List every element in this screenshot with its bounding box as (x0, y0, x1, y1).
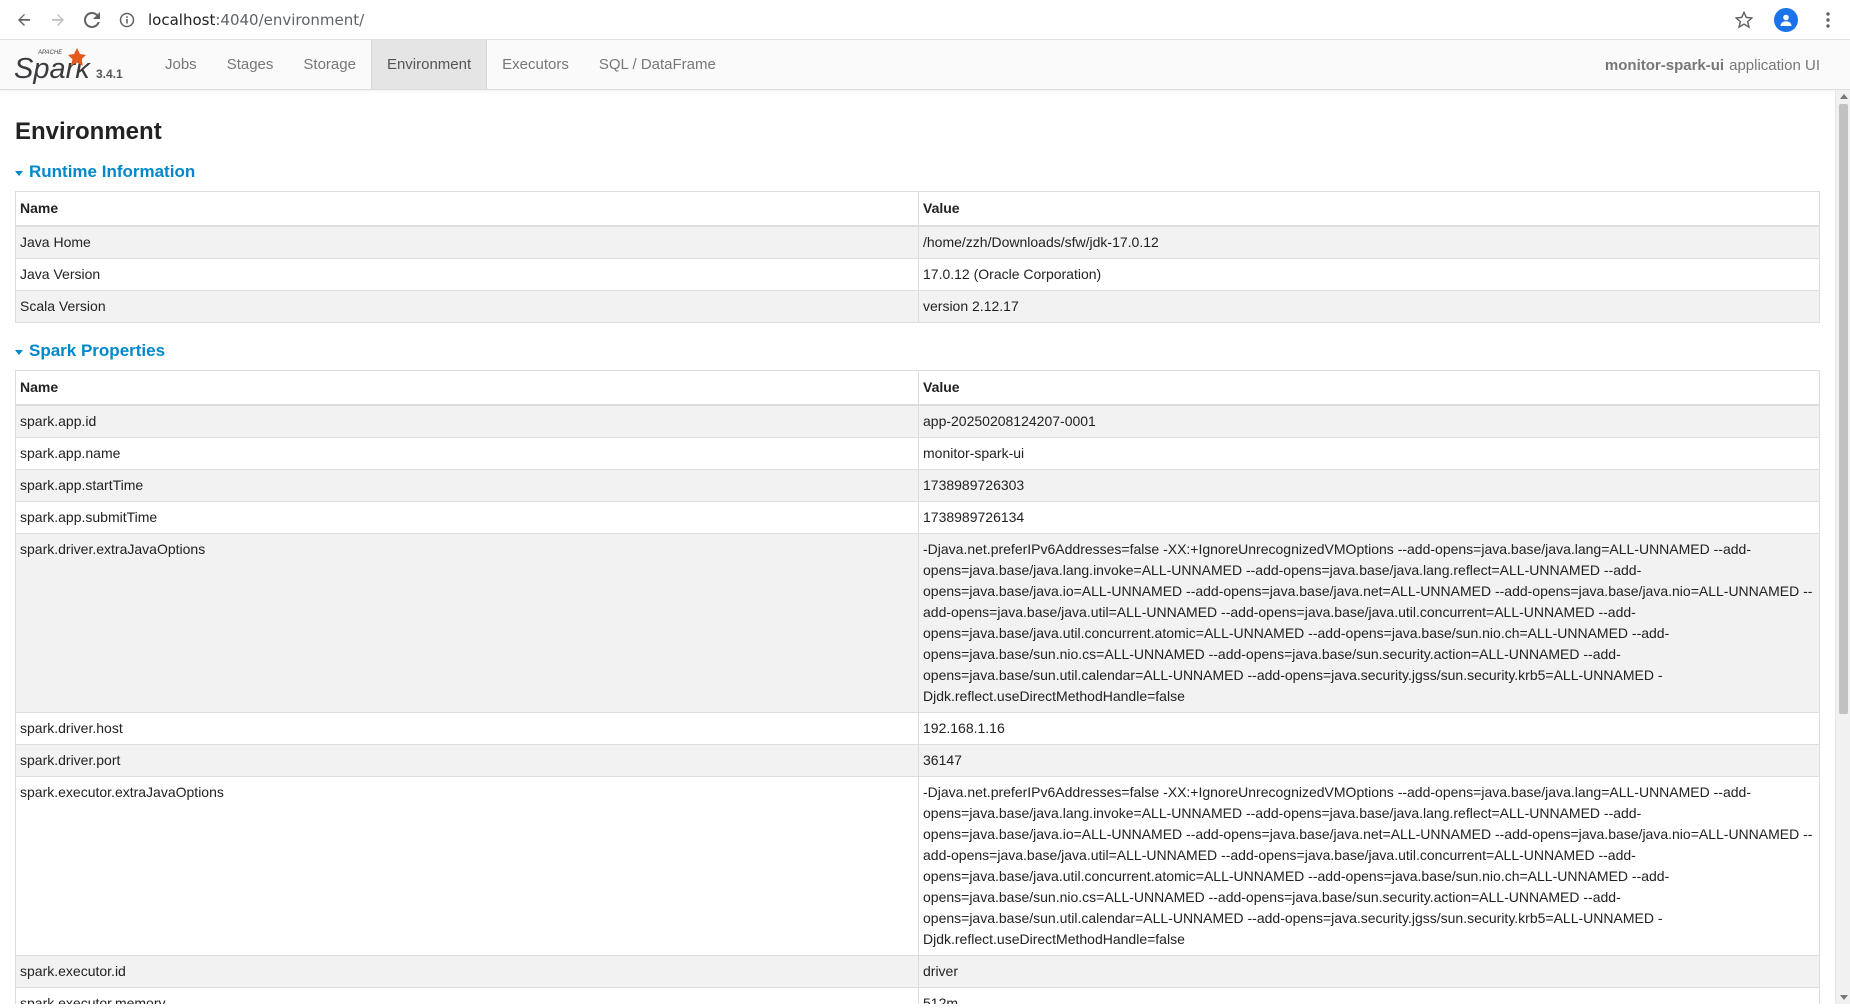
tab-stages[interactable]: Stages (212, 40, 289, 89)
spark-navbar: APACHE Spark 3.4.1 Jobs Stages Storage E… (0, 40, 1850, 90)
page-content: Environment Runtime Information Name Val… (0, 90, 1850, 1004)
collapse-arrow-icon (15, 170, 23, 176)
property-name: spark.driver.host (15, 712, 919, 745)
column-header-name[interactable]: Name (15, 370, 919, 406)
property-value: /home/zzh/Downloads/sfw/jdk-17.0.12 (918, 225, 1820, 259)
spark-properties-rows: spark.app.id app-20250208124207-0001 spark… (15, 404, 1820, 1004)
spark-properties-heading: Spark Properties (29, 341, 166, 360)
property-value: 512m (918, 987, 1820, 1004)
spark-brand[interactable]: APACHE Spark 3.4.1 (0, 40, 150, 89)
table-row: Java Home/home/zzh/Downloads/sfw/jdk-17.… (15, 225, 1820, 259)
column-header-name[interactable]: Name (15, 191, 919, 227)
app-title: monitor-spark-ui application UI (1605, 40, 1820, 90)
table-row: Scala Version version 2.12.17 (15, 290, 1820, 323)
table-row: spark.app.startTime 1738989726303 (15, 469, 1820, 502)
property-value: 17.0.12 (Oracle Corporation) (918, 258, 1820, 291)
scrollbar-thumb[interactable] (1839, 104, 1848, 714)
property-value: 192.168.1.16 (918, 712, 1820, 745)
scroll-up-icon[interactable] (1840, 94, 1848, 99)
property-name: spark.driver.extraJavaOptions (15, 533, 919, 713)
column-header-value[interactable]: Value (918, 191, 1820, 227)
table-row: spark.driver.extraJavaOptions -Djava.net.… (15, 533, 1820, 713)
profile-avatar[interactable] (1772, 6, 1800, 34)
kebab-menu-icon[interactable] (1814, 6, 1842, 34)
runtime-heading: Runtime Information (29, 162, 196, 181)
property-name: spark.executor.memory (15, 987, 919, 1004)
app-name: monitor-spark-ui (1604, 56, 1725, 74)
property-name: spark.app.submitTime (15, 501, 919, 534)
runtime-section-toggle[interactable]: Runtime Information (15, 162, 1835, 182)
reload-icon (84, 11, 100, 28)
property-name: spark.executor.id (15, 955, 919, 988)
table-row: Java Version 17.0.12 (Oracle Corporation) (15, 258, 1820, 291)
collapse-arrow-icon (15, 349, 23, 355)
spark-properties-table: Name Value spark.app.id app-2025020812420… (15, 370, 1820, 1004)
property-value: 1738989726134 (918, 501, 1820, 534)
table-row: spark.app.submitTime 1738989726134 (15, 501, 1820, 534)
table-row: spark.executor.memory 512m (15, 987, 1820, 1004)
bookmark-star-icon[interactable] (1730, 6, 1758, 34)
table-row: spark.app.name monitor-spark-ui (15, 437, 1820, 470)
back-button[interactable] (8, 4, 40, 36)
reload-button[interactable] (76, 4, 108, 36)
scroll-down-icon[interactable] (1840, 995, 1848, 1000)
runtime-table: Name Value Java Home/home/zzh/Downloads/… (15, 191, 1820, 323)
property-name: spark.app.id (15, 404, 919, 438)
property-value: driver (918, 955, 1820, 988)
page-scrollbar[interactable] (1835, 90, 1850, 1004)
column-header-value[interactable]: Value (918, 370, 1820, 406)
spark-logo[interactable]: APACHE Spark (14, 45, 92, 85)
account-icon (1774, 7, 1798, 32)
property-value: version 2.12.17 (918, 290, 1820, 323)
spark-properties-section-toggle[interactable]: Spark Properties (15, 341, 1835, 361)
property-name: Java Version (15, 258, 919, 291)
table-row: spark.app.id app-20250208124207-0001 (15, 404, 1820, 438)
tab-executors[interactable]: Executors (487, 40, 584, 89)
spark-version: 3.4.1 (96, 67, 123, 81)
property-value: -Djava.net.preferIPv6Addresses=false -XX… (918, 533, 1820, 713)
nav-tabs: Jobs Stages Storage Environment Executor… (150, 40, 731, 89)
property-value: 36147 (918, 744, 1820, 777)
property-value: 1738989726303 (918, 469, 1820, 502)
property-value: app-20250208124207-0001 (918, 404, 1820, 438)
arrow-left-icon (18, 13, 30, 26)
info-icon[interactable] (116, 9, 138, 31)
arrow-right-icon (52, 13, 64, 26)
property-name: Java Home (15, 225, 919, 259)
tab-jobs[interactable]: Jobs (150, 40, 212, 89)
tab-storage[interactable]: Storage (288, 40, 371, 89)
page-title: Environment (15, 118, 162, 145)
table-row: spark.executor.id driver (15, 955, 1820, 988)
table-row: spark.driver.host 192.168.1.16 (15, 712, 1820, 745)
property-name: spark.app.startTime (15, 469, 919, 502)
browser-toolbar: localhost:4040/environment/ (0, 0, 1850, 40)
url-host: localhost (148, 10, 216, 29)
url-text[interactable]: localhost:4040/environment/ (148, 11, 364, 29)
property-name: spark.executor.extraJavaOptions (15, 776, 919, 956)
property-name: spark.app.name (15, 437, 919, 470)
url-path: :4040/environment/ (215, 10, 365, 29)
browser-actions (1730, 6, 1842, 34)
property-value: -Djava.net.preferIPv6Addresses=false -XX… (918, 776, 1820, 956)
spark-logo-icon: APACHE Spark (14, 47, 91, 85)
property-value: monitor-spark-ui (918, 437, 1820, 470)
table-row: spark.driver.port 36147 (15, 744, 1820, 777)
runtime-rows: Java Home/home/zzh/Downloads/sfw/jdk-17.… (15, 225, 1820, 323)
forward-button[interactable] (42, 4, 74, 36)
property-name: spark.driver.port (15, 744, 919, 777)
tab-environment[interactable]: Environment (370, 40, 488, 89)
address-bar[interactable]: localhost:4040/environment/ (116, 4, 1730, 36)
table-row: spark.executor.extraJavaOptions -Djava.ne… (15, 776, 1820, 956)
app-suffix: application UI (1729, 56, 1820, 74)
tab-sql-dataframe[interactable]: SQL / DataFrame (584, 40, 731, 89)
property-name: Scala Version (15, 290, 919, 323)
